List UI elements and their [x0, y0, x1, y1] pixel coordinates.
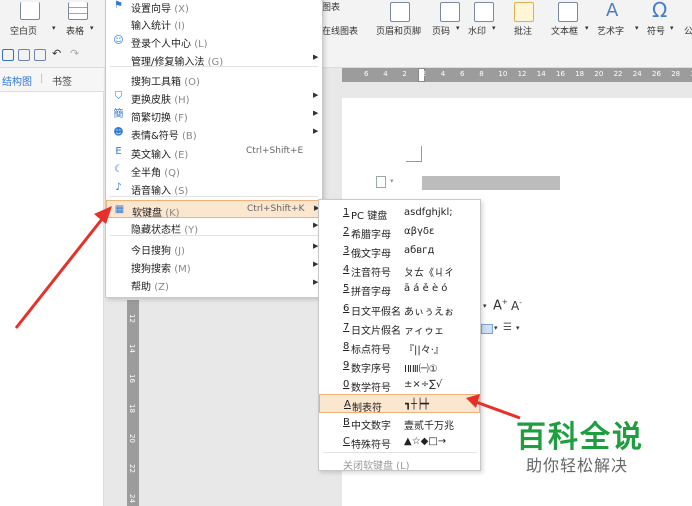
red-arrow-left: [14, 213, 108, 329]
watermark-title: 百科全说: [516, 420, 644, 455]
red-arrow-right-head: [466, 394, 480, 408]
watermark-subtitle: 助你轻松解决: [526, 456, 629, 475]
red-arrow-left-head: [94, 206, 112, 224]
red-arrow-right: [475, 400, 521, 420]
